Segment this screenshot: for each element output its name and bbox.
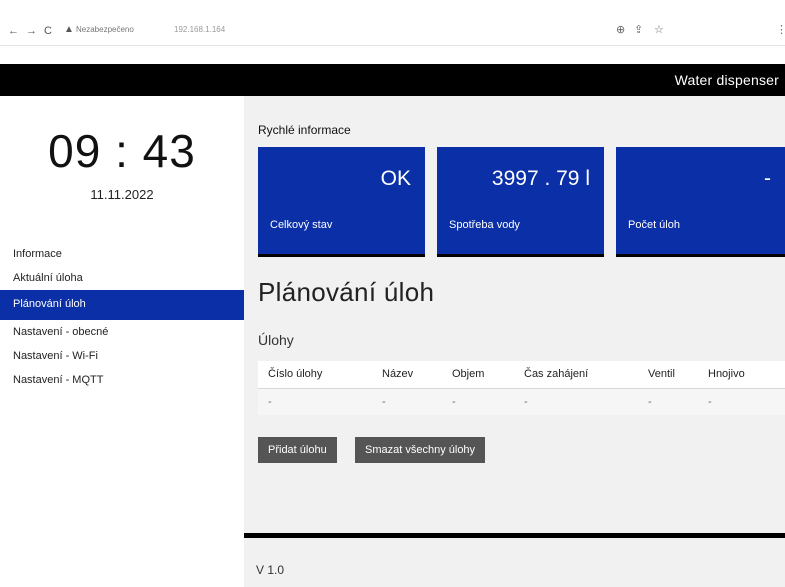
share-icon[interactable]: ⇪ (634, 23, 643, 36)
zoom-icon[interactable]: ⊕ (616, 23, 625, 36)
column-header: Objem (442, 361, 514, 389)
tasks-table: Číslo úlohy Název Objem Čas zahájení Ven… (258, 361, 785, 415)
quick-info-title: Rychlé informace (258, 123, 351, 137)
version-label: V 1.0 (256, 563, 285, 577)
column-header: Číslo úlohy (258, 361, 372, 389)
table-cell: - (442, 388, 514, 415)
delete-all-tasks-button[interactable]: Smazat všechny úlohy (355, 437, 486, 463)
tasks-section-title: Úlohy (258, 332, 294, 348)
app-header: Water dispenser (0, 64, 785, 96)
browser-toolbar: ← → C ▲ Nezabezpečeno 192.168.1.164 ⊕ ⇪ … (0, 16, 785, 46)
star-icon[interactable]: ☆ (654, 23, 664, 36)
back-icon[interactable]: ← (8, 25, 19, 37)
card-value: - (764, 167, 771, 190)
table-cell: - (372, 388, 442, 415)
card-value: 3997 . 79 l (491, 167, 590, 190)
card-water-consumption: 3997 . 79 l Spotřeba vody (437, 147, 604, 257)
sidebar-item-informace[interactable]: Informace (0, 246, 244, 270)
card-task-count: - Počet úloh (616, 147, 785, 257)
forward-icon[interactable]: → (26, 25, 37, 37)
column-header: Hnojivo (698, 361, 785, 389)
clock: 09 : 43 (48, 125, 196, 177)
card-label: Počet úloh (628, 219, 680, 231)
column-header: Název (372, 361, 442, 389)
sidebar-item-nastaveni-obecne[interactable]: Nastavení - obecné (0, 320, 244, 344)
warning-icon[interactable]: ▲ (64, 24, 74, 35)
app-title: Water dispenser (674, 72, 779, 88)
browser-menu-icon[interactable]: ⋮ (776, 23, 785, 36)
sidebar: 09 : 43 11.11.2022 Informace Aktuální úl… (0, 96, 244, 587)
sidebar-menu: Informace Aktuální úloha Plánování úloh … (0, 246, 244, 392)
table-cell: - (514, 388, 638, 415)
column-header: Čas zahájení (514, 361, 638, 389)
card-value: OK (380, 167, 411, 190)
add-task-button[interactable]: Přidat úlohu (258, 437, 337, 463)
sidebar-item-planovani-uloh[interactable]: Plánování úloh (0, 290, 244, 320)
page-title: Plánování úloh (258, 277, 435, 307)
card-overall-status: OK Celkový stav (258, 147, 425, 257)
sidebar-item-nastaveni-wifi[interactable]: Nastavení - Wi-Fi (0, 344, 244, 368)
main-content: Rychlé informace OK Celkový stav 3997 . … (244, 96, 785, 533)
column-header: Ventil (638, 361, 698, 389)
card-label: Spotřeba vody (449, 219, 520, 231)
reload-icon[interactable]: C (44, 25, 52, 37)
table-header-row: Číslo úlohy Název Objem Čas zahájení Ven… (258, 361, 785, 389)
table-row: - - - - - - (258, 388, 785, 415)
card-label: Celkový stav (270, 219, 333, 231)
security-label[interactable]: Nezabezpečeno (76, 25, 134, 34)
table-cell: - (638, 388, 698, 415)
table-cell: - (698, 388, 785, 415)
sidebar-item-nastaveni-mqtt[interactable]: Nastavení - MQTT (0, 368, 244, 392)
address-bar[interactable]: 192.168.1.164 (174, 25, 225, 34)
table-cell: - (258, 388, 372, 415)
date: 11.11.2022 (90, 187, 154, 202)
footer: V 1.0 (244, 538, 785, 587)
